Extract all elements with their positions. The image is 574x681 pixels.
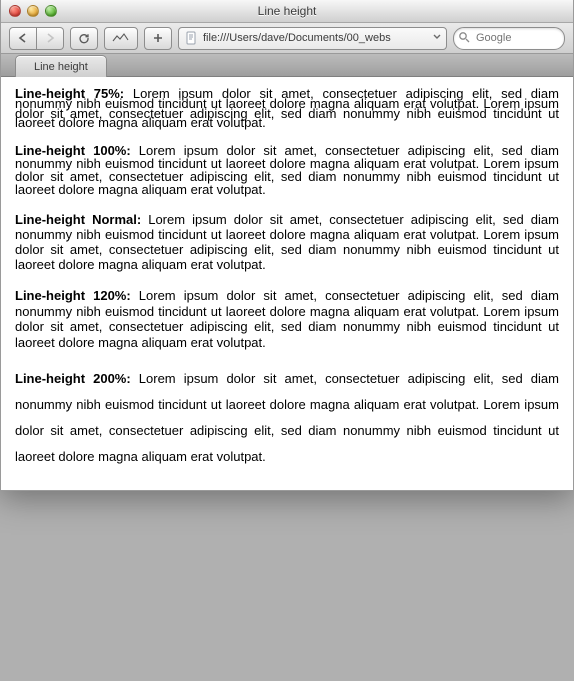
nav-button-group (9, 27, 64, 50)
paragraph-lh-120: Line-height 120%: Lorem ipsum dolor sit … (15, 288, 559, 350)
reload-button[interactable] (70, 27, 98, 50)
search-input[interactable] (474, 31, 558, 45)
zoom-window-button[interactable] (45, 5, 57, 17)
search-field[interactable] (453, 27, 565, 50)
paragraph-lh-100: Line-height 100%: Lorem ipsum dolor sit … (15, 144, 559, 196)
close-window-button[interactable] (9, 5, 21, 17)
paragraph-lh-200: Line-height 200%: Lorem ipsum dolor sit … (15, 366, 559, 470)
safari-menu-button[interactable] (104, 27, 138, 50)
page-content: Line-height 75%: Lorem ipsum dolor sit a… (1, 77, 573, 490)
favicon (183, 30, 199, 46)
magnifier-icon (458, 31, 470, 46)
toolbar (1, 23, 573, 54)
address-dropdown[interactable] (428, 32, 446, 44)
address-bar[interactable] (178, 27, 447, 50)
traffic-lights (9, 5, 57, 17)
back-button[interactable] (9, 27, 37, 50)
paragraph-lh-75: Line-height 75%: Lorem ipsum dolor sit a… (15, 89, 559, 128)
paragraph-label: Line-height 200%: (15, 371, 131, 386)
browser-window: Line height (0, 0, 574, 491)
paragraph-label: Line-height Normal: (15, 212, 141, 227)
tab-strip: Line height (1, 54, 573, 77)
minimize-window-button[interactable] (27, 5, 39, 17)
paragraph-label: Line-height 120%: (15, 288, 131, 303)
window-title: Line height (1, 4, 573, 18)
paragraph-lh-normal: Line-height Normal: Lorem ipsum dolor si… (15, 212, 559, 272)
titlebar: Line height (1, 0, 573, 23)
forward-button[interactable] (37, 27, 64, 50)
tab-title: Line height (34, 61, 88, 73)
add-bookmark-button[interactable] (144, 27, 172, 50)
address-input[interactable] (203, 32, 428, 44)
tab-active[interactable]: Line height (15, 55, 107, 77)
